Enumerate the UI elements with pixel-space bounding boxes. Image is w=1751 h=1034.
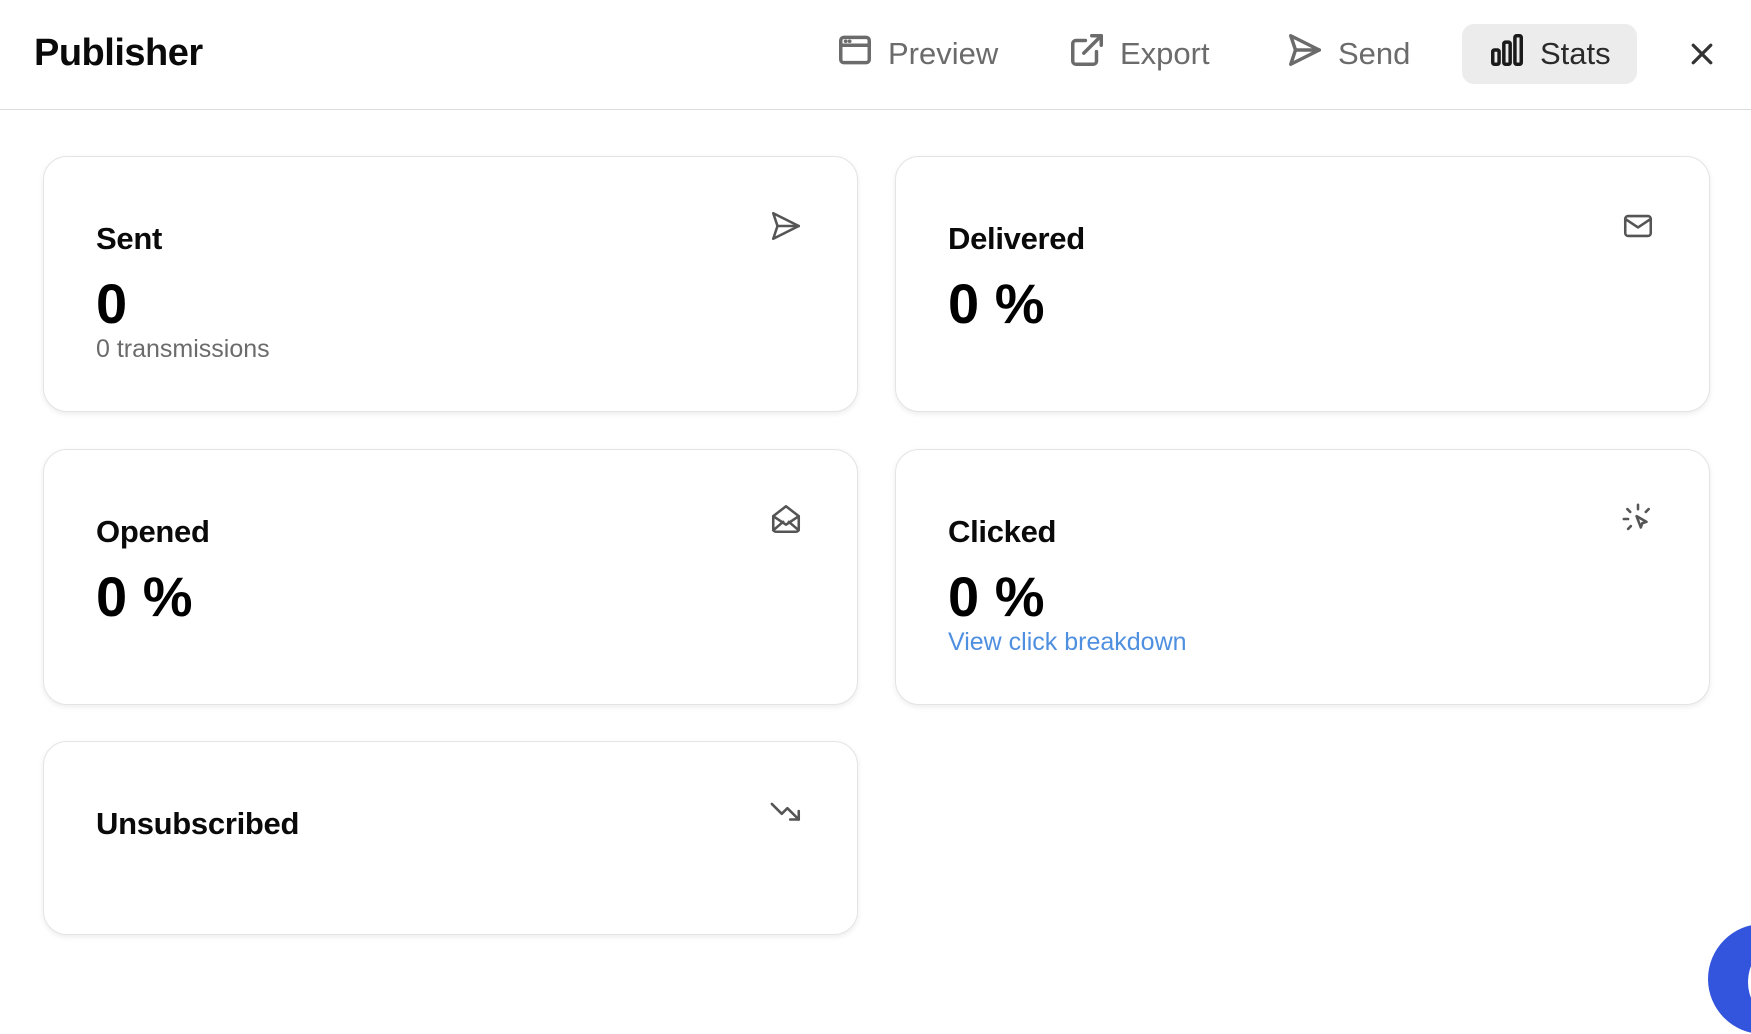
mail-open-icon — [769, 502, 803, 536]
send-button[interactable]: Send — [1260, 24, 1436, 84]
clicked-title: Clicked — [948, 514, 1057, 549]
sent-value: 0 — [96, 272, 128, 335]
browser-window-icon — [836, 31, 874, 77]
sent-transmissions: 0 transmissions — [96, 335, 270, 363]
send-label: Send — [1338, 36, 1411, 71]
close-icon — [1687, 39, 1717, 74]
export-button[interactable]: Export — [1042, 24, 1236, 84]
close-button[interactable] — [1682, 36, 1722, 76]
stats-tab[interactable]: Stats — [1462, 24, 1637, 84]
send-icon — [769, 209, 803, 243]
stats-label: Stats — [1540, 36, 1611, 71]
view-click-breakdown-link[interactable]: View click breakdown — [948, 628, 1187, 657]
publisher-header: Publisher Preview Export Send Stats — [0, 0, 1751, 110]
delivered-card: Delivered 0 % — [895, 156, 1710, 412]
unsubscribed-card: Unsubscribed — [43, 741, 858, 935]
unsubscribed-title: Unsubscribed — [96, 806, 300, 841]
preview-label: Preview — [888, 36, 999, 71]
opened-card: Opened 0 % — [43, 449, 858, 705]
export-label: Export — [1120, 36, 1210, 71]
sent-title: Sent — [96, 221, 162, 256]
chat-launcher-button[interactable] — [1708, 924, 1751, 1034]
mail-icon — [1621, 209, 1655, 243]
sent-card: Sent 0 0 transmissions — [43, 156, 858, 412]
opened-title: Opened — [96, 514, 210, 549]
opened-value: 0 % — [96, 565, 193, 628]
bar-chart-icon — [1488, 31, 1526, 77]
external-link-icon — [1068, 31, 1106, 77]
delivered-value: 0 % — [948, 272, 1045, 335]
delivered-title: Delivered — [948, 221, 1085, 256]
trending-down-icon — [769, 794, 803, 828]
cursor-click-icon — [1621, 502, 1655, 536]
clicked-value: 0 % — [948, 565, 1045, 628]
clicked-card: Clicked 0 % View click breakdown — [895, 449, 1710, 705]
page-title: Publisher — [34, 32, 203, 74]
send-icon — [1286, 31, 1324, 77]
preview-button[interactable]: Preview — [810, 24, 1024, 84]
